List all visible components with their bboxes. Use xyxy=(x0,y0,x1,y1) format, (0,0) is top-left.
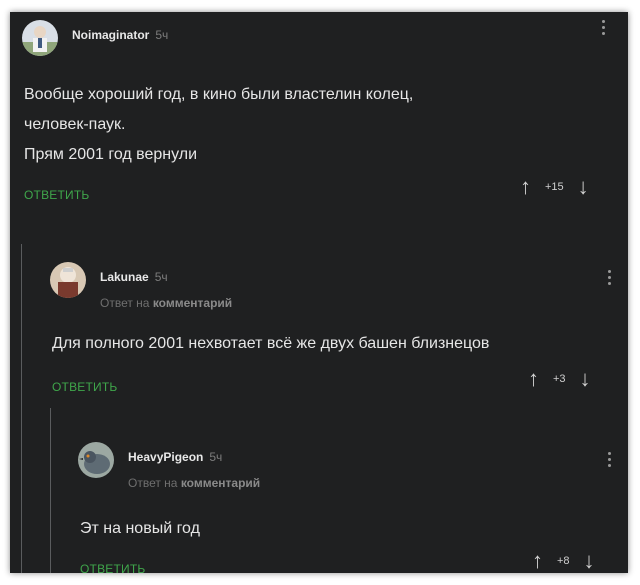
reply-to-prefix: Ответ на xyxy=(100,296,150,310)
reply-to-prefix: Ответ на xyxy=(128,476,178,490)
comment-heavypigeon: HeavyPigeon 5ч Ответ на комментарий Эт на… xyxy=(10,404,628,573)
comment-time: 5ч xyxy=(155,28,169,42)
vote-controls: ↑ +15 ↓ xyxy=(520,176,589,198)
reply-button[interactable]: ОТВЕТИТЬ xyxy=(24,188,89,202)
reply-to-link[interactable]: комментарий xyxy=(153,296,232,310)
comments-panel: Noimaginator 5ч Вообще хороший год, в кин… xyxy=(10,12,628,573)
arrow-up-icon[interactable]: ↑ xyxy=(528,368,539,390)
thread-line xyxy=(50,408,51,573)
comment-text: Эт на новый год xyxy=(80,520,200,537)
arrow-down-icon[interactable]: ↓ xyxy=(584,550,595,572)
comment-time: 5ч xyxy=(154,270,168,284)
more-vertical-icon[interactable] xyxy=(606,452,612,467)
reply-to-line: Ответ на комментарий xyxy=(128,476,260,490)
author-name[interactable]: Lakunae xyxy=(100,270,149,284)
comment-text: Для полного 2001 нехвотает всё же двух б… xyxy=(52,335,490,352)
reply-button[interactable]: ОТВЕТИТЬ xyxy=(80,562,145,573)
comment-time: 5ч xyxy=(209,450,223,464)
author-name[interactable]: Noimaginator xyxy=(72,28,149,42)
user-avatar-icon[interactable] xyxy=(50,262,86,298)
vote-score: +15 xyxy=(545,181,564,193)
comment-author[interactable]: HeavyPigeon 5ч xyxy=(128,450,222,464)
thread-line xyxy=(21,404,22,573)
pigeon-avatar-icon[interactable] xyxy=(78,442,114,478)
arrow-up-icon[interactable]: ↑ xyxy=(520,176,531,198)
thread-line xyxy=(21,244,22,404)
author-name[interactable]: HeavyPigeon xyxy=(128,450,203,464)
comment-text: Вообще хороший год, в кино были властели… xyxy=(24,86,414,163)
comment-author[interactable]: Noimaginator 5ч xyxy=(72,28,168,42)
arrow-up-icon[interactable]: ↑ xyxy=(532,550,543,572)
comment-lakunae: Lakunae 5ч Ответ на комментарий Для полно… xyxy=(10,242,628,404)
comment-noimaginator: Noimaginator 5ч Вообще хороший год, в кин… xyxy=(10,12,628,242)
vote-score: +3 xyxy=(553,373,566,385)
reply-button[interactable]: ОТВЕТИТЬ xyxy=(52,380,117,394)
user-avatar-icon[interactable] xyxy=(22,20,58,56)
arrow-down-icon[interactable]: ↓ xyxy=(580,368,591,390)
comment-author[interactable]: Lakunae 5ч xyxy=(100,270,168,284)
vote-score: +8 xyxy=(557,555,570,567)
vote-controls: ↑ +8 ↓ xyxy=(532,550,595,572)
more-vertical-icon[interactable] xyxy=(600,20,606,35)
reply-to-link[interactable]: комментарий xyxy=(181,476,260,490)
more-vertical-icon[interactable] xyxy=(606,270,612,285)
vote-controls: ↑ +3 ↓ xyxy=(528,368,591,390)
reply-to-line: Ответ на комментарий xyxy=(100,296,232,310)
arrow-down-icon[interactable]: ↓ xyxy=(578,176,589,198)
